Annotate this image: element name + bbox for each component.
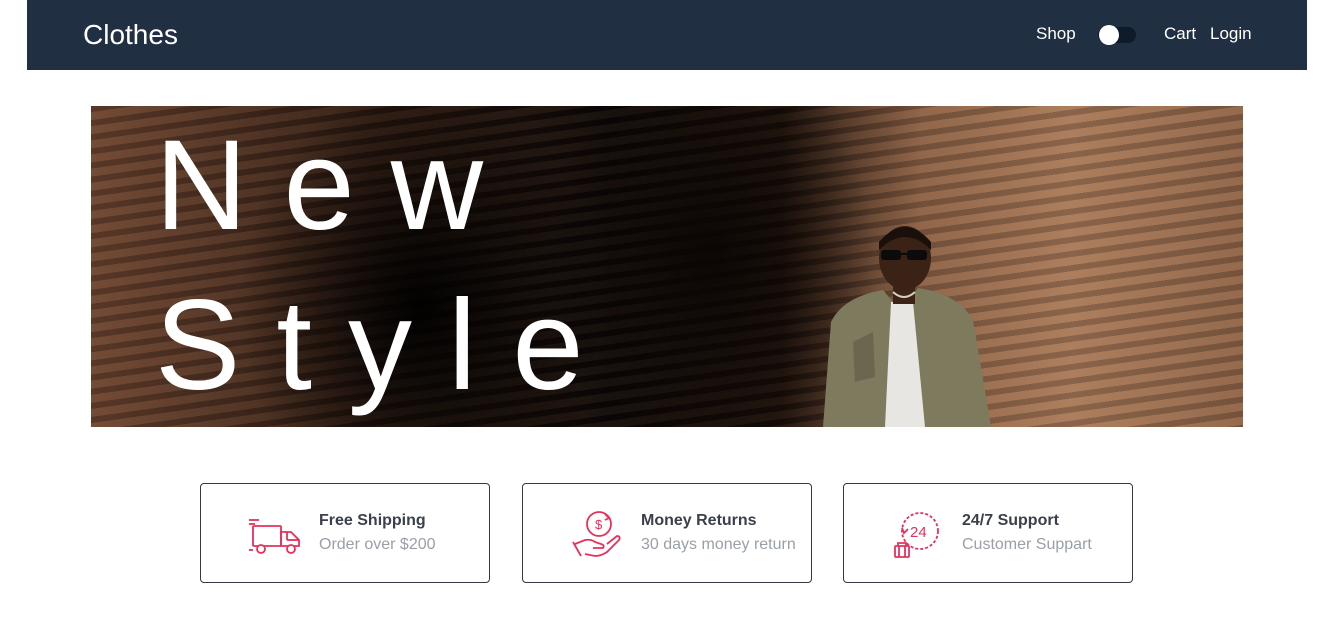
- hero-title-line-1: New: [155, 114, 520, 257]
- feature-subtitle: 30 days money return: [641, 536, 796, 553]
- feature-card-support: 24 24/7 Support Customer Suppart: [843, 483, 1133, 583]
- feature-card-returns: $ Money Returns 30 days money return: [522, 483, 812, 583]
- navbar: Clothes Shop Cart Login: [27, 0, 1307, 70]
- feature-title: 24/7 Support: [962, 512, 1059, 529]
- feature-subtitle: Order over $200: [319, 536, 436, 553]
- money-return-icon: $: [572, 511, 621, 557]
- delivery-truck-icon: [249, 519, 300, 554]
- brand-logo[interactable]: Clothes: [83, 18, 178, 52]
- feature-subtitle: Customer Suppart: [962, 536, 1092, 553]
- nav-link-shop[interactable]: Shop: [1036, 24, 1076, 44]
- svg-text:24: 24: [910, 524, 927, 541]
- nav-link-cart[interactable]: Cart: [1164, 24, 1196, 44]
- feature-title: Money Returns: [641, 512, 757, 529]
- theme-toggle[interactable]: [1098, 25, 1136, 45]
- feature-title: Free Shipping: [319, 512, 426, 529]
- feature-card-shipping: Free Shipping Order over $200: [200, 483, 490, 583]
- support-24-7-icon: 24: [894, 512, 939, 558]
- svg-text:$: $: [595, 517, 603, 532]
- hero-title-line-2: Style: [155, 274, 620, 417]
- hero-model-image: [823, 226, 991, 427]
- toggle-knob: [1099, 25, 1119, 45]
- nav-link-login[interactable]: Login: [1210, 24, 1252, 44]
- features-section: Free Shipping Order over $200 $ Money Re…: [0, 483, 1318, 583]
- hero-banner: New Style: [91, 106, 1243, 427]
